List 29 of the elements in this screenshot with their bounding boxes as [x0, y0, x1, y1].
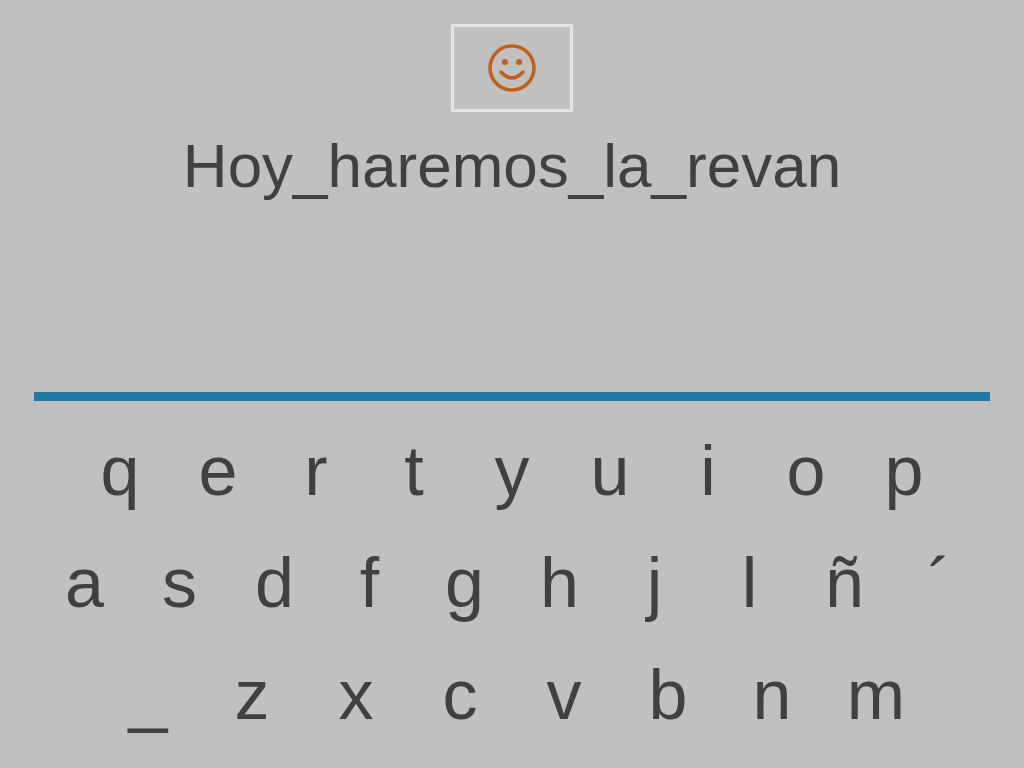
letter-key[interactable]: v [512, 639, 616, 751]
smiley-icon [487, 43, 537, 93]
letter-key[interactable]: f [322, 527, 417, 639]
letter-key[interactable]: x [304, 639, 408, 751]
letter-key[interactable]: ñ [797, 527, 892, 639]
letter-key[interactable]: z [200, 639, 304, 751]
letter-key[interactable]: m [824, 639, 928, 751]
letter-key[interactable]: r [267, 415, 365, 527]
letter-key[interactable]: q [71, 415, 169, 527]
letter-key[interactable]: t [365, 415, 463, 527]
letter-key[interactable]: c [408, 639, 512, 751]
letter-key[interactable]: h [512, 527, 607, 639]
letter-key[interactable]: j [607, 527, 702, 639]
letter-key[interactable]: y [463, 415, 561, 527]
letter-key[interactable]: l [702, 527, 797, 639]
letter-key[interactable]: a [37, 527, 132, 639]
letter-key[interactable]: i [659, 415, 757, 527]
letter-key[interactable]: ´ [892, 527, 987, 639]
letter-key[interactable]: o [757, 415, 855, 527]
letter-key[interactable]: g [417, 527, 512, 639]
letter-key[interactable]: _ [96, 639, 200, 751]
letter-key[interactable]: e [169, 415, 267, 527]
letter-key[interactable]: b [616, 639, 720, 751]
letter-key[interactable]: p [855, 415, 953, 527]
answer-text: Hoy_haremos_la_revan [182, 130, 842, 202]
letter-key[interactable]: s [132, 527, 227, 639]
letter-key[interactable]: u [561, 415, 659, 527]
letter-key[interactable]: n [720, 639, 824, 751]
letter-key[interactable]: d [227, 527, 322, 639]
